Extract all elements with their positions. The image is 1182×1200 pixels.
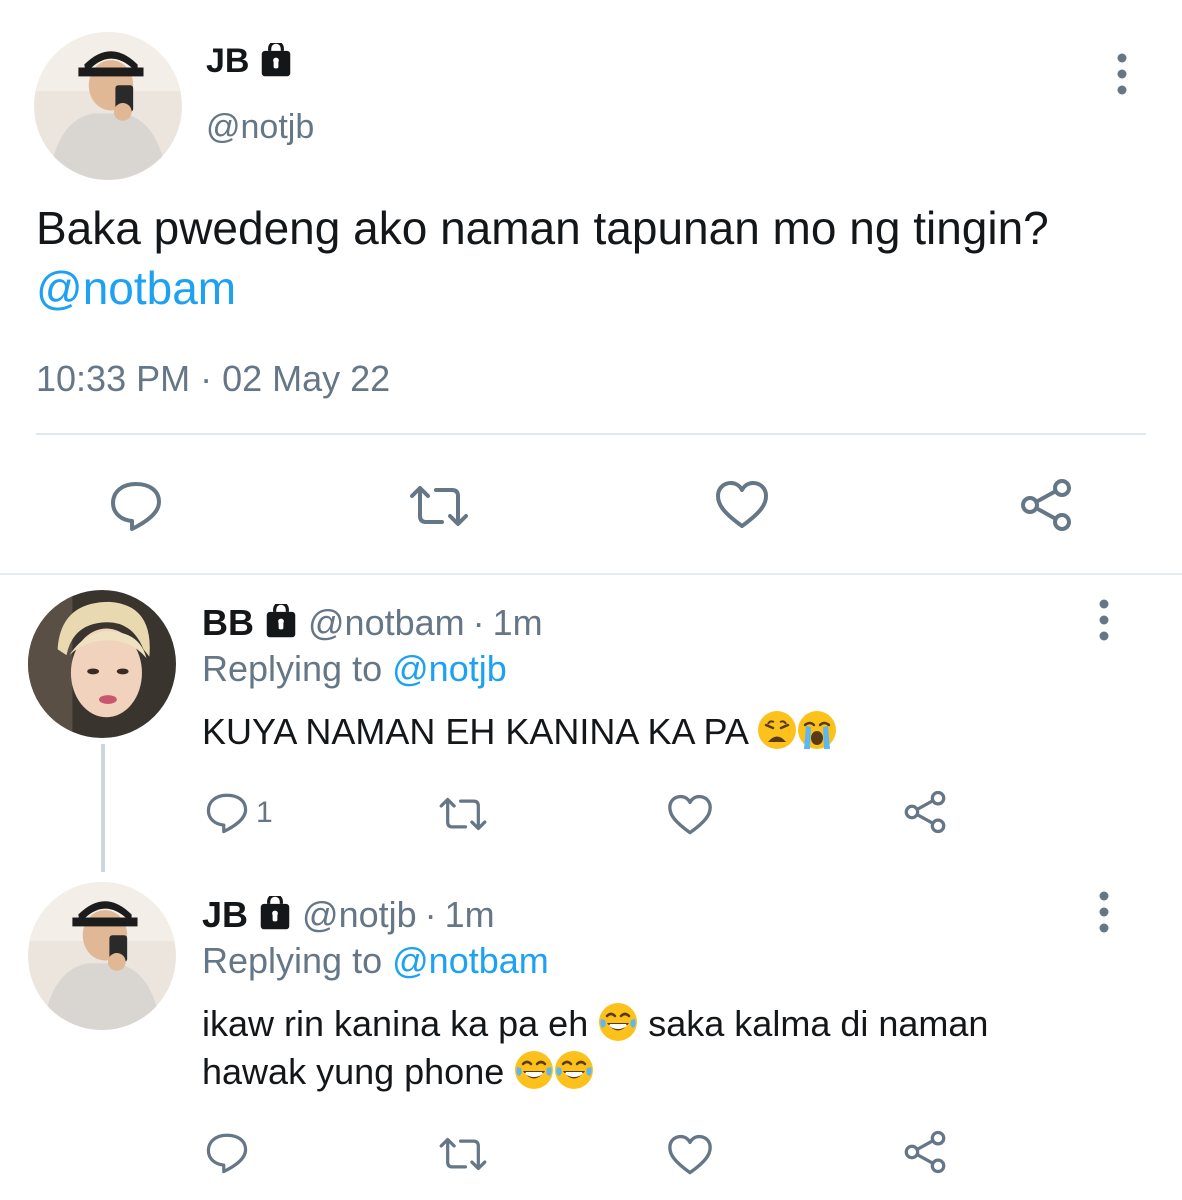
reply-icon[interactable] — [108, 480, 164, 532]
more-vertical-icon[interactable] — [1110, 52, 1134, 96]
replying-to-mention[interactable]: @notjb — [392, 648, 507, 689]
reply-time-separator: · — [472, 602, 485, 643]
replying-to: Replying to @notbam — [202, 940, 549, 982]
retweet-icon[interactable] — [438, 796, 488, 832]
replying-to-label: Replying to — [202, 648, 383, 689]
author-handle[interactable]: @notjb — [206, 108, 314, 147]
share-icon[interactable] — [902, 1130, 948, 1174]
like-icon[interactable] — [666, 1134, 714, 1176]
lock-icon — [262, 604, 300, 642]
avatar-jb[interactable] — [28, 882, 176, 1030]
tweet-timestamp: 10:33 PM · 02 May 22 — [36, 358, 391, 399]
reply-body-part2: saka kalma di naman — [648, 1003, 989, 1044]
reply-text: KUYA NAMAN EH KANINA KA PA — [202, 708, 1102, 756]
more-vertical-icon[interactable] — [1092, 598, 1116, 642]
loudly-crying-face-emoji — [797, 710, 837, 750]
share-icon[interactable] — [902, 790, 948, 834]
thread-line — [101, 744, 105, 872]
retweet-icon[interactable] — [408, 484, 470, 528]
tweet-text: Baka pwedeng ako naman tapunan mo ng tin… — [36, 198, 1136, 318]
retweet-icon[interactable] — [438, 1136, 488, 1172]
reply-text: ikaw rin kanina ka pa eh saka kalma di n… — [202, 1000, 1142, 1096]
author-name[interactable]: JB — [206, 42, 249, 81]
tears-of-joy-emoji — [598, 1002, 638, 1042]
replying-to-mention[interactable]: @notbam — [392, 940, 549, 981]
author-name-row: JB — [206, 42, 295, 81]
avatar-jb-main[interactable] — [34, 32, 182, 180]
reply-time-separator: · — [424, 894, 437, 935]
like-icon[interactable] — [666, 794, 714, 836]
reply-author-name[interactable]: BB — [202, 602, 254, 644]
like-icon[interactable] — [714, 480, 770, 530]
avatar-bb[interactable] — [28, 590, 176, 738]
reply-action[interactable]: 1 — [204, 792, 273, 834]
reply-header: JB @notjb · 1m — [202, 894, 495, 936]
tears-of-joy-emoji — [554, 1050, 594, 1090]
divider — [36, 433, 1146, 435]
reply-body-part1: ikaw rin kanina ka pa eh — [202, 1003, 589, 1044]
weary-face-emoji — [757, 710, 797, 750]
reply-header: BB @notbam · 1m — [202, 602, 543, 644]
lock-icon — [256, 896, 294, 934]
reply-body: KUYA NAMAN EH KANINA KA PA — [202, 711, 747, 752]
reply-count: 1 — [256, 796, 273, 829]
reply-body-part3: hawak yung phone — [202, 1051, 505, 1092]
more-vertical-icon[interactable] — [1092, 890, 1116, 934]
tears-of-joy-emoji — [514, 1050, 554, 1090]
tweet-body: Baka pwedeng ako naman tapunan mo ng tin… — [36, 202, 1049, 254]
reply-author-handle[interactable]: @notjb — [302, 894, 417, 936]
share-icon[interactable] — [1018, 478, 1074, 532]
mention-link[interactable]: @notbam — [36, 262, 236, 314]
reply-time[interactable]: 1m — [493, 602, 543, 644]
replying-to-label: Replying to — [202, 940, 383, 981]
reply-action[interactable] — [204, 1132, 256, 1174]
lock-icon — [257, 42, 295, 81]
reply-author-name[interactable]: JB — [202, 894, 248, 936]
reply-time[interactable]: 1m — [445, 894, 495, 936]
reply-author-handle[interactable]: @notbam — [308, 602, 465, 644]
replying-to: Replying to @notjb — [202, 648, 507, 690]
section-separator — [0, 573, 1182, 575]
